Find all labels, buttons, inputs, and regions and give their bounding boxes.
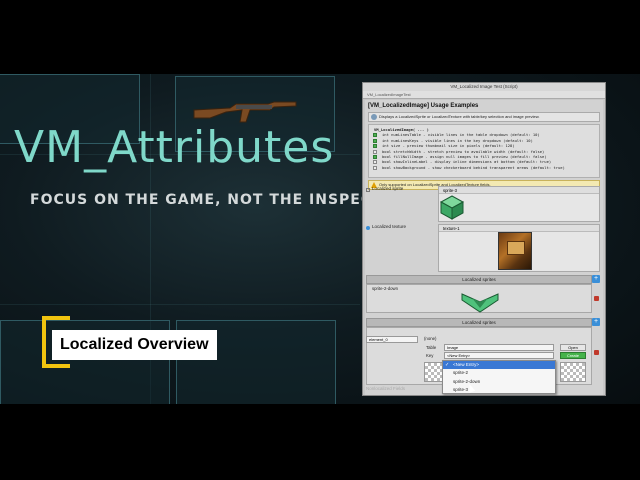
create-button[interactable]: Create <box>560 352 586 359</box>
sprite-field-label: Localized sprite <box>372 186 404 191</box>
nonlocalized-fields-label: Nonlocalized Fields <box>366 386 406 391</box>
element-name-field[interactable]: element_0 <box>366 336 418 343</box>
checkbox-checked[interactable] <box>373 144 377 149</box>
checkbox-checked[interactable] <box>373 133 377 138</box>
checkbox-unchecked[interactable] <box>373 165 377 170</box>
add-item-button[interactable]: + <box>592 275 600 283</box>
dropdown-option[interactable]: sprite-2 <box>443 369 555 377</box>
dropdown-option[interactable]: sprite-2-down <box>443 378 555 386</box>
window-title: VM_Localized Image Test (Script) <box>363 83 605 91</box>
list-item-label: sprite-2-down <box>372 286 399 291</box>
item-header: (none) <box>424 336 437 341</box>
table-label: Table <box>426 345 437 350</box>
checkerboard-preview <box>560 362 586 382</box>
list-header: Localized sprites <box>366 275 592 284</box>
letterbox-bottom <box>0 404 640 480</box>
add-item-button[interactable]: + <box>592 318 600 326</box>
window-subtitle: VM_LocalizedImageTest <box>363 91 605 99</box>
usage-code-box: VM_LocalizedImage( ... ) int numLinesTab… <box>368 124 600 178</box>
checkbox-unchecked[interactable] <box>373 160 377 165</box>
dropdown-option[interactable]: sprite-3 <box>443 386 555 394</box>
hero-subtitle: FOCUS ON THE GAME, NOT THE INSPECTOR <box>30 192 408 208</box>
section-title: [VM_LocalizedImage] Usage Examples <box>368 103 479 109</box>
texture-field-value: texture-1 <box>439 225 599 232</box>
help-box: Displays a LocalizedSprite or LocalizedT… <box>368 112 600 122</box>
texture-field-label: Localized texture <box>372 224 407 229</box>
info-icon <box>371 114 377 120</box>
table-dropdown[interactable]: Image <box>444 344 554 351</box>
letterbox-top <box>0 0 640 74</box>
texture-detail <box>507 241 525 255</box>
sprite-field-value: sprite-3 <box>439 187 599 194</box>
texture-preview <box>498 232 532 270</box>
help-text: Displays a LocalizedSprite or LocalizedT… <box>379 114 540 119</box>
checkbox-checked[interactable] <box>373 138 377 143</box>
checkbox-unchecked[interactable] <box>373 149 377 154</box>
hero-title: VM_Attributes <box>14 122 335 173</box>
texture-foldout-toggle[interactable] <box>366 226 370 230</box>
checkbox-checked[interactable] <box>373 155 377 160</box>
open-button[interactable]: Open <box>560 344 586 351</box>
remove-item-button[interactable] <box>594 350 599 355</box>
remove-item-button[interactable] <box>594 296 599 301</box>
key-dropdown[interactable]: <New Entry> <box>444 352 554 359</box>
down-arrow-sprite-preview <box>461 293 499 313</box>
key-label: Key <box>426 353 434 358</box>
overview-badge: Localized Overview <box>52 330 217 360</box>
cube-sprite-preview <box>439 195 465 220</box>
code-line: bool showBackground - show checkerboard … <box>372 165 596 170</box>
dropdown-option-new-entry[interactable]: <New Entry> <box>443 361 555 370</box>
list-header: Localized sprites <box>366 318 592 327</box>
key-dropdown-menu: <New Entry> sprite-2 sprite-2-down sprit… <box>442 360 556 394</box>
sprite-foldout-toggle[interactable] <box>366 188 370 192</box>
